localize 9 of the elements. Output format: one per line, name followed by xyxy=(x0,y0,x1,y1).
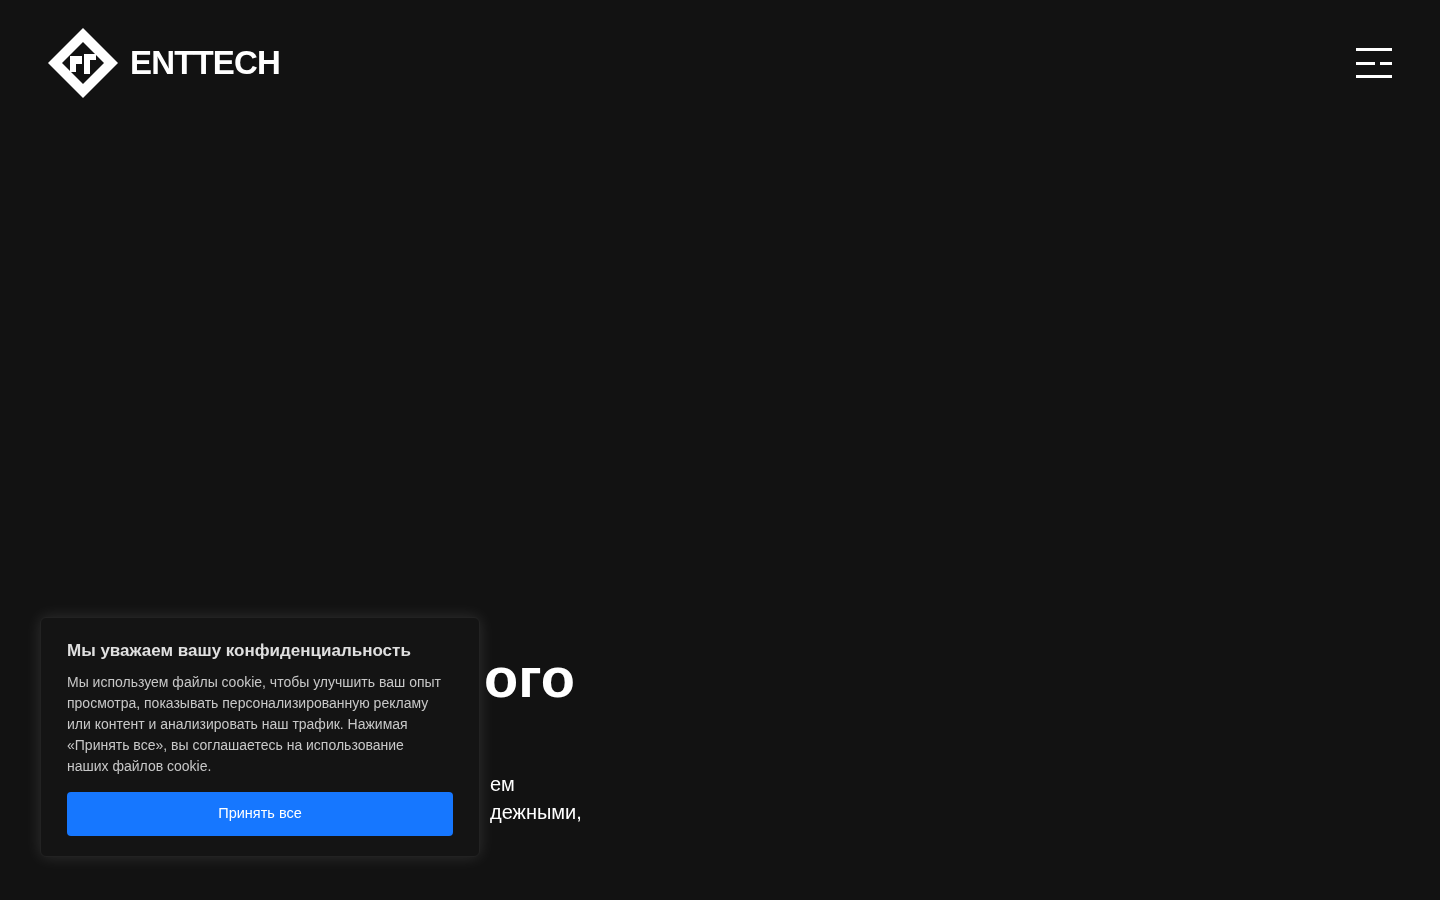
hero-text: ем xyxy=(490,772,515,797)
cookie-title: Мы уважаем вашу конфиденциальность xyxy=(67,640,412,662)
logo-icon xyxy=(48,28,118,98)
hero-title: ого xyxy=(484,648,575,708)
accept-button[interactable]: Принять все xyxy=(67,792,453,836)
hero-text: дежными, xyxy=(490,800,582,825)
cookie-text: Мы используем файлы cookie, чтобы улучшить ваш опыт просмотра, показывать персонализированную рекламу или контент и анализировать наш трафик. Нажимая «Принять все», вы соглашаетесь на использование наших файлов cookie. xyxy=(67,673,442,776)
menu-icon[interactable] xyxy=(1356,47,1392,79)
logo-text: ENTTECH xyxy=(130,43,281,84)
